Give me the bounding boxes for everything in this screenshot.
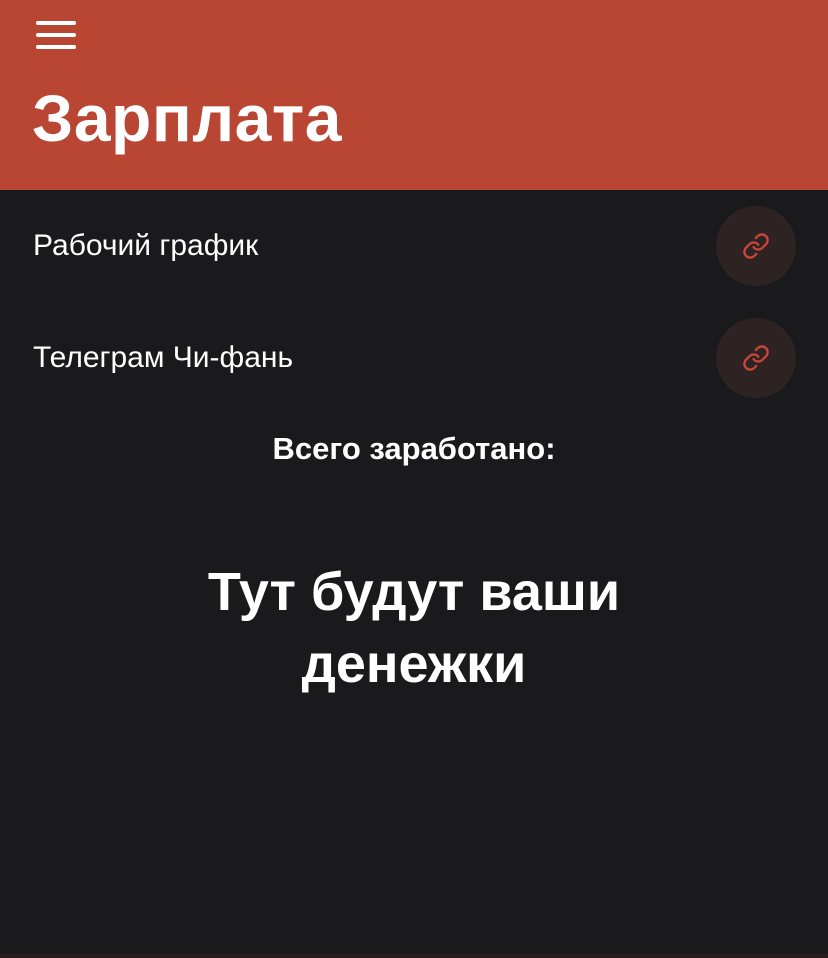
open-telegram-link-button[interactable] xyxy=(716,318,796,398)
app-header: Зарплата xyxy=(0,0,828,190)
hamburger-menu-icon xyxy=(36,45,76,49)
hamburger-menu-icon xyxy=(36,33,76,37)
open-work-schedule-link-button[interactable] xyxy=(716,206,796,286)
page-title: Зарплата xyxy=(32,81,342,155)
hamburger-menu-icon xyxy=(36,21,76,25)
earnings-placeholder-text: Тут будут ваши денежки xyxy=(207,562,621,694)
link-icon xyxy=(743,233,769,259)
link-label-work-schedule: Рабочий график xyxy=(33,229,259,262)
link-icon xyxy=(743,345,769,371)
link-label-telegram: Телеграм Чи-фань xyxy=(33,341,294,374)
link-row-work-schedule: Рабочий график xyxy=(0,206,828,286)
total-earned-label: Всего заработано: xyxy=(272,431,556,466)
menu-button[interactable] xyxy=(30,14,82,56)
link-row-telegram: Телеграм Чи-фань xyxy=(0,318,828,398)
app-screen: Зарплата Рабочий график Телеграм Чи-фань… xyxy=(0,0,828,958)
bottom-divider xyxy=(0,954,828,958)
